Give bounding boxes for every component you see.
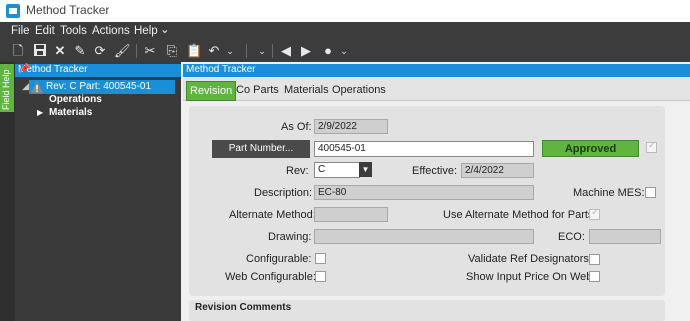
tree-panel-header: Method Tracker 📌: [15, 64, 181, 77]
tree-expand-icon[interactable]: ▶: [37, 108, 43, 117]
window-title-bar: Method Tracker: [0, 0, 690, 22]
menu-file[interactable]: File: [11, 25, 30, 37]
clear-icon[interactable]: ✎: [72, 43, 88, 59]
cut-icon[interactable]: ✂: [142, 43, 158, 59]
toolbar-separator: [136, 44, 137, 58]
machine-mes-checkbox[interactable]: [645, 187, 656, 198]
refresh-icon[interactable]: ⟳: [92, 43, 108, 59]
alternate-method-field[interactable]: [314, 207, 388, 222]
revision-comments-section: Revision Comments: [189, 300, 665, 321]
tree-node-materials[interactable]: Materials: [49, 107, 92, 118]
menu-bar: File Edit Tools Actions Help ⌄: [0, 22, 690, 40]
field-help-strip: Field Help: [0, 62, 15, 321]
next-icon[interactable]: ▶: [298, 43, 314, 59]
toolbar-separator: [272, 44, 273, 58]
effective-field[interactable]: 2/4/2022: [461, 163, 534, 178]
use-alternate-method-label: Use Alternate Method for Parts:: [443, 209, 597, 221]
drawing-label: Drawing:: [268, 231, 312, 243]
validate-ref-designators-checkbox[interactable]: [589, 254, 600, 265]
show-input-price-checkbox[interactable]: [589, 271, 600, 282]
save-icon[interactable]: [32, 43, 48, 59]
menu-overflow-icon[interactable]: ⌄: [160, 22, 170, 36]
main-panel-header: Method Tracker: [183, 64, 690, 77]
field-help-label: Field Help: [1, 69, 11, 110]
alternate-method-label: Alternate Method:: [229, 209, 316, 221]
field-help-tab[interactable]: Field Help: [0, 64, 14, 112]
use-alternate-method-checkbox: ✓: [589, 207, 600, 220]
tree-node-root[interactable]: Rev: C Part: 400545-01: [29, 80, 175, 94]
tab-operations[interactable]: Operations: [329, 81, 389, 99]
menu-help[interactable]: Help: [134, 25, 158, 37]
web-configurable-checkbox[interactable]: [315, 271, 326, 282]
copy-icon[interactable]: ⎘: [164, 43, 180, 59]
validate-ref-designators-label: Validate Ref Designators:: [468, 253, 592, 265]
configurable-label: Configurable:: [246, 253, 312, 265]
navigate-dropdown-icon[interactable]: ⌄: [336, 43, 352, 59]
description-label: Description:: [254, 187, 313, 199]
eco-label: ECO:: [558, 231, 585, 243]
revision-comments-label: Revision Comments: [195, 302, 292, 313]
menu-tools[interactable]: Tools: [60, 25, 87, 37]
revision-form-card: [189, 106, 665, 296]
approved-checkbox: ✓: [646, 140, 657, 153]
tab-co-parts[interactable]: Co Parts: [233, 81, 282, 99]
part-number-button[interactable]: Part Number...: [212, 140, 310, 158]
warning-icon: [31, 81, 43, 93]
rev-label: Rev:: [286, 165, 309, 177]
delete-icon[interactable]: ✕: [52, 43, 68, 59]
toolbar-separator: [246, 44, 247, 58]
drawing-field[interactable]: [314, 229, 534, 244]
new-icon[interactable]: 🗋: [10, 43, 26, 59]
as-of-field[interactable]: 2/9/2022: [314, 119, 388, 134]
paste-icon[interactable]: 📋: [186, 43, 202, 59]
toolbar: 🗋 ✕ ✎ ⟳ 🖌 ✂ ⎘ 📋 ↶ ⌄ ⌄ ◀ ▶ ● ⌄: [0, 40, 690, 62]
menu-actions[interactable]: Actions: [92, 25, 130, 37]
tree-collapse-icon[interactable]: ◢: [22, 81, 29, 92]
machine-mes-label: Machine MES:: [573, 187, 645, 199]
effective-label: Effective:: [412, 165, 458, 177]
web-configurable-label: Web Configurable:: [225, 271, 316, 283]
tab-revision[interactable]: Revision: [186, 81, 237, 101]
menu-edit[interactable]: Edit: [35, 25, 55, 37]
undo-icon[interactable]: ↶: [206, 43, 222, 59]
main-panel-title: Method Tracker: [186, 64, 256, 75]
rev-dropdown-icon[interactable]: ▼: [359, 162, 372, 177]
brush-icon[interactable]: 🖌: [114, 43, 131, 59]
previous-icon[interactable]: ◀: [278, 43, 294, 59]
as-of-label: As Of:: [281, 121, 312, 133]
undo-dropdown-icon[interactable]: ⌄: [222, 43, 238, 59]
approved-status-badge[interactable]: Approved: [542, 140, 639, 157]
tree-node-root-label: Rev: C Part: 400545-01: [46, 81, 152, 92]
configurable-checkbox[interactable]: [315, 253, 326, 264]
tab-materials[interactable]: Materials: [281, 81, 332, 99]
toolbar-dropdown-icon[interactable]: ⌄: [254, 43, 270, 59]
eco-field[interactable]: [589, 229, 661, 244]
app-logo-icon: [6, 4, 20, 18]
part-number-field[interactable]: 400545-01: [314, 141, 534, 157]
tree-node-operations[interactable]: Operations: [49, 94, 102, 105]
pin-icon[interactable]: 📌: [18, 64, 178, 75]
description-field[interactable]: EC-80: [314, 185, 534, 200]
window-title: Method Tracker: [26, 3, 110, 17]
navigate-icon[interactable]: ●: [320, 43, 336, 59]
rev-combo-field[interactable]: C: [314, 162, 360, 178]
show-input-price-label: Show Input Price On Web:: [466, 271, 596, 283]
